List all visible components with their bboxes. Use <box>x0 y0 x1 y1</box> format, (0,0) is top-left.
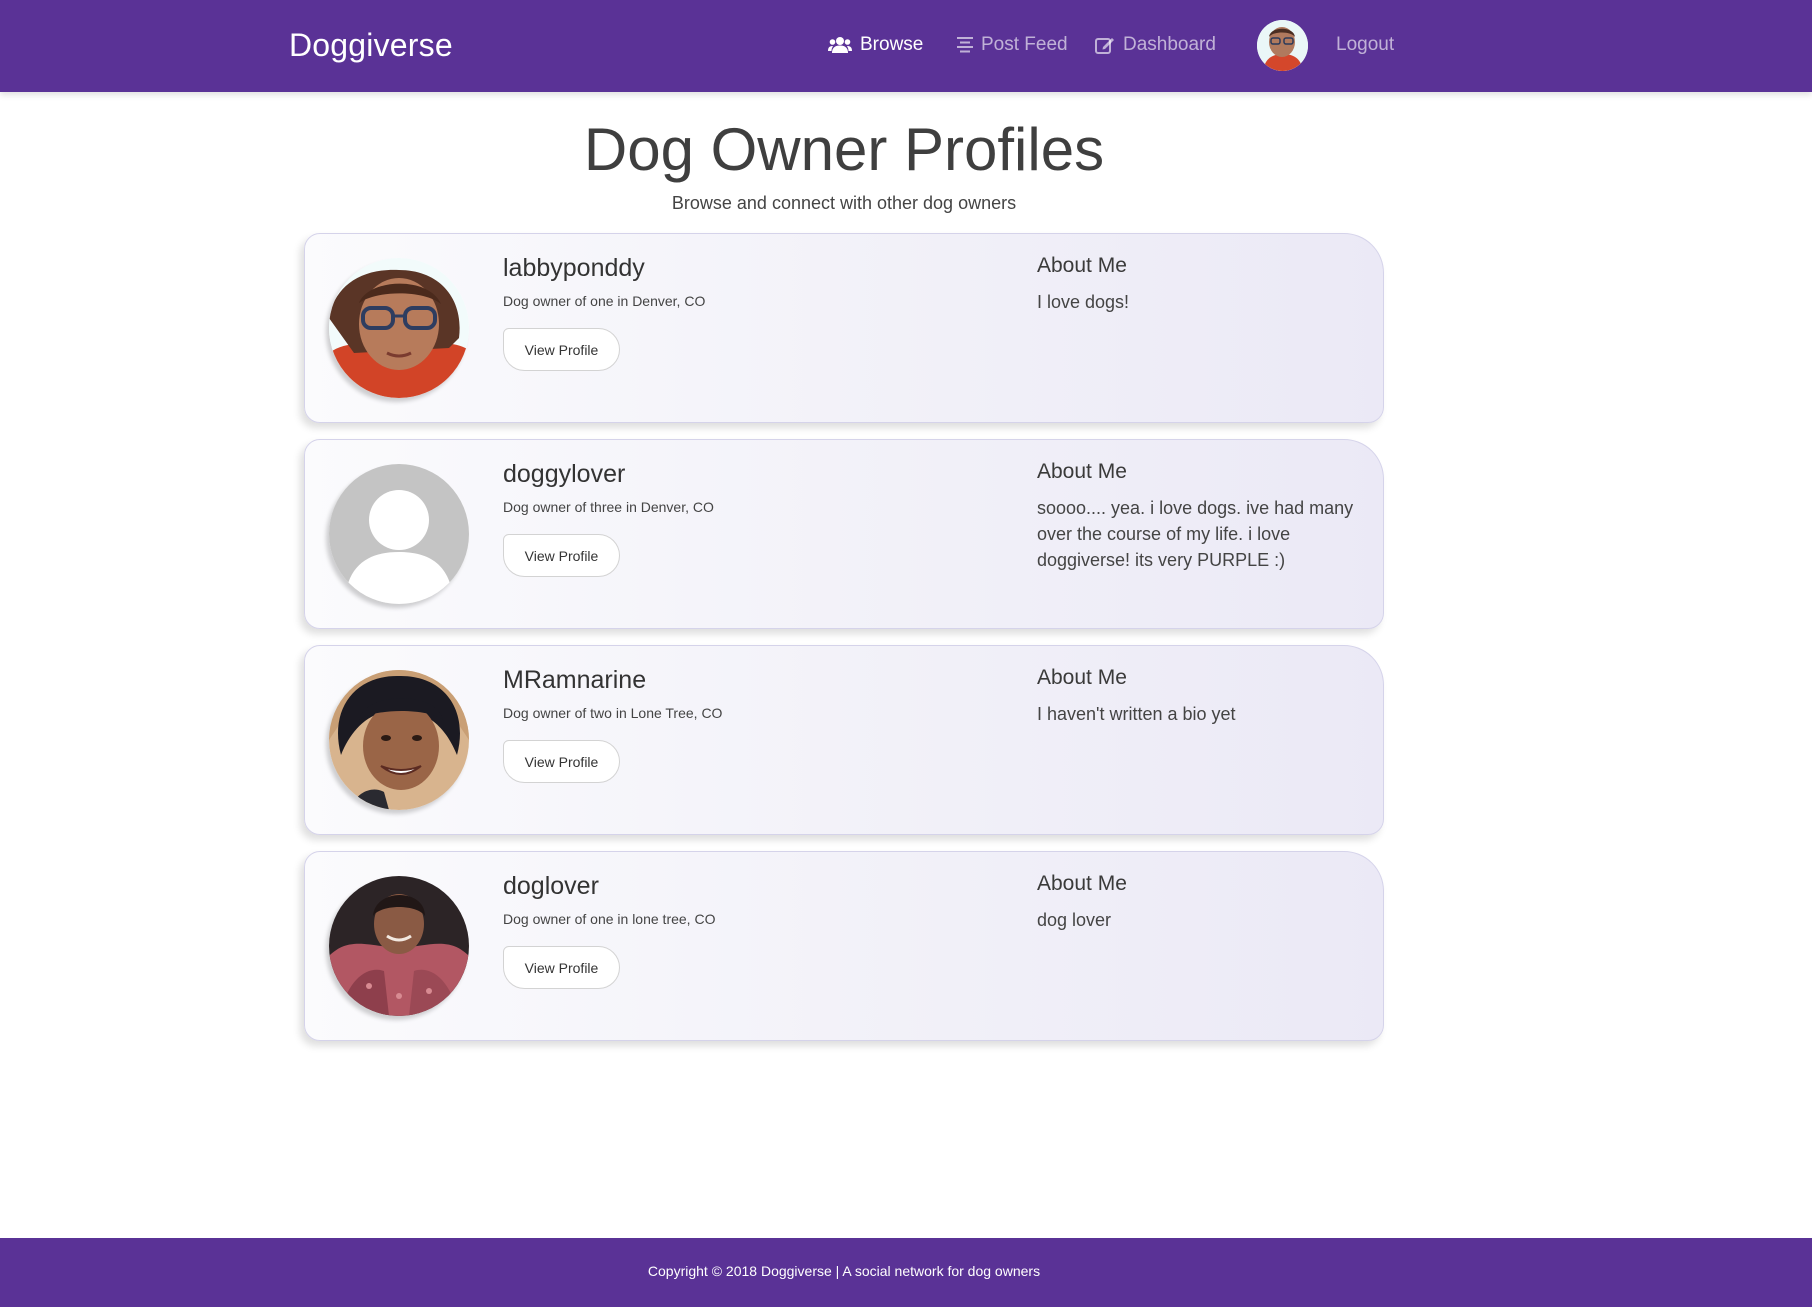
nav-dashboard[interactable]: Dashboard <box>1095 34 1216 56</box>
profile-avatar[interactable] <box>329 670 469 810</box>
nav-browse[interactable]: Browse <box>828 34 923 56</box>
profile-username: labbyponddy <box>503 254 645 282</box>
about-me-heading: About Me <box>1037 460 1127 483</box>
profile-username: doggylover <box>503 460 626 488</box>
profile-card: labbyponddy Dog owner of one in Denver, … <box>304 233 1384 423</box>
profile-card: MRamnarine Dog owner of two in Lone Tree… <box>304 645 1384 835</box>
profile-username: MRamnarine <box>503 666 647 694</box>
nav-browse-label: Browse <box>860 34 924 55</box>
about-me-text: dog lover <box>1037 910 1112 930</box>
users-icon <box>828 36 852 54</box>
profile-description: Dog owner of three in Denver, CO <box>503 499 714 515</box>
nav-post-feed[interactable]: Post Feed <box>957 34 1068 56</box>
about-me-text: I love dogs! <box>1037 292 1130 312</box>
footer: Copyright © 2018 Doggiverse | A social n… <box>0 1238 1812 1307</box>
profile-card: doglover Dog owner of one in lone tree, … <box>304 851 1384 1041</box>
profile-avatar[interactable] <box>329 258 469 398</box>
logout-link[interactable]: Logout <box>1336 34 1394 56</box>
page-title: Dog Owner Profiles <box>583 116 1105 183</box>
about-me-heading: About Me <box>1037 254 1127 277</box>
about-me-heading: About Me <box>1037 872 1127 895</box>
profile-description: Dog owner of two in Lone Tree, CO <box>503 705 723 721</box>
view-profile-button[interactable]: View Profile <box>503 740 620 783</box>
edit-icon <box>1095 36 1115 55</box>
nav-post-feed-label: Post Feed <box>981 34 1068 55</box>
nav-dashboard-label: Dashboard <box>1123 34 1216 55</box>
profile-description: Dog owner of one in Denver, CO <box>503 293 706 309</box>
about-me-heading: About Me <box>1037 666 1127 689</box>
view-profile-button[interactable]: View Profile <box>503 534 620 577</box>
about-me-text: soooo.... yea. i love dogs. ive had many… <box>1037 498 1354 570</box>
profile-avatar[interactable] <box>329 876 469 1016</box>
view-profile-button[interactable]: View Profile <box>503 328 620 371</box>
view-profile-button[interactable]: View Profile <box>503 946 620 989</box>
page-subtitle: Browse and connect with other dog owners <box>671 193 1017 213</box>
align-center-icon <box>957 36 973 54</box>
navbar: Doggiverse Browse Post Feed Dashboard Lo… <box>0 0 1812 92</box>
profile-avatar[interactable] <box>329 464 469 604</box>
profile-description: Dog owner of one in lone tree, CO <box>503 911 716 927</box>
user-avatar[interactable] <box>1257 20 1308 71</box>
about-me-text: I haven't written a bio yet <box>1037 704 1236 724</box>
profile-card: doggylover Dog owner of three in Denver,… <box>304 439 1384 629</box>
brand-logo[interactable]: Doggiverse <box>289 27 453 64</box>
profile-username: doglover <box>503 872 599 900</box>
footer-copyright: Copyright © 2018 Doggiverse | A social n… <box>647 1263 1041 1279</box>
